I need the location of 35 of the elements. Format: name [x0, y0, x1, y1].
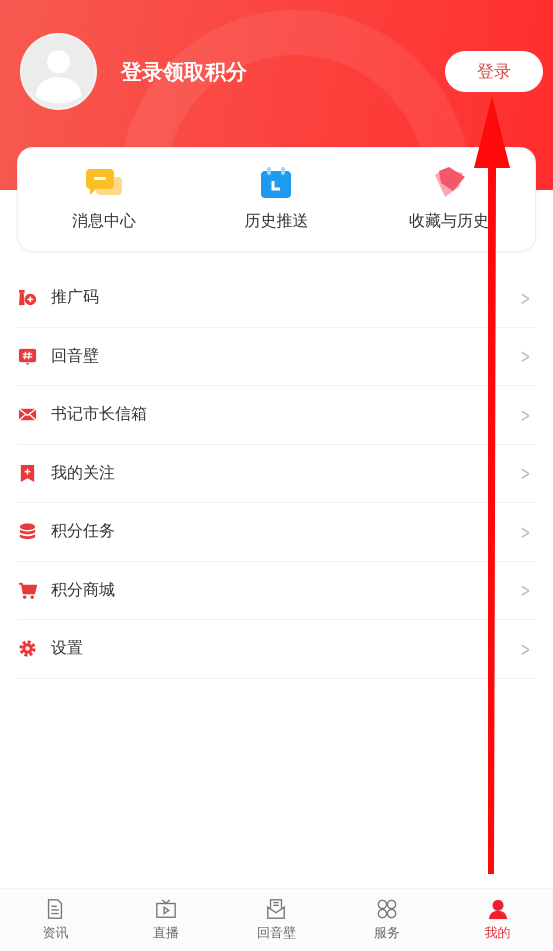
bookmark-icon: [18, 464, 37, 483]
mail-icon: [265, 898, 288, 920]
avatar-icon[interactable]: [20, 33, 97, 110]
chevron-icon: >: [520, 286, 531, 310]
gear-icon: [18, 639, 37, 658]
chevron-icon: >: [520, 402, 531, 427]
menu-label: 推广码: [51, 287, 100, 308]
chevron-icon: >: [520, 520, 531, 544]
shortcut-label[interactable]: 历史推送: [244, 211, 308, 232]
menu-label: 设置: [51, 638, 84, 660]
database-icon: [18, 522, 37, 542]
menu-label: 积分任务: [51, 521, 116, 542]
chevron-icon: >: [520, 578, 531, 602]
tab[interactable]: 服务: [332, 889, 442, 951]
tab[interactable]: 我的: [442, 889, 553, 951]
login-button[interactable]: 登录: [445, 51, 543, 92]
cart-icon: [18, 580, 37, 600]
menu-label: 积分商城: [51, 580, 116, 601]
grid-icon: [376, 898, 398, 920]
login-prompt: 登录领取积分: [121, 58, 248, 86]
person-icon: [486, 898, 509, 920]
hashtag-icon: [18, 346, 37, 366]
tab[interactable]: 回音壁: [221, 889, 332, 951]
shortcut-label[interactable]: 收藏与历史: [408, 211, 489, 232]
menu-label: 回音壁: [51, 346, 100, 367]
chevron-icon: >: [520, 344, 531, 368]
tab[interactable]: 资讯: [0, 889, 111, 951]
chevron-icon: >: [520, 461, 531, 486]
promo-icon: [18, 288, 37, 308]
tv-icon: [154, 898, 177, 920]
tab[interactable]: 直播: [110, 889, 222, 951]
menu-label: 书记市长信箱: [51, 404, 148, 426]
chevron-icon: >: [520, 636, 531, 661]
shortcut-label[interactable]: 消息中心: [72, 211, 136, 232]
menu-label: 我的关注: [51, 462, 116, 484]
